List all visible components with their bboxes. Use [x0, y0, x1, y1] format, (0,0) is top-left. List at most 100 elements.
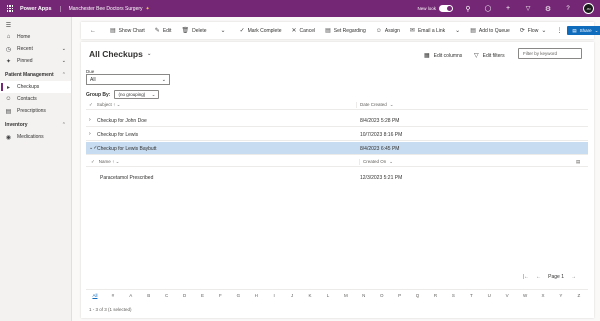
subgrid-row-name[interactable]: Paracetamol Prescribed: [100, 175, 153, 181]
more-email-options-button[interactable]: ⌄: [450, 27, 465, 34]
sidebar-group-patient-management[interactable]: Patient Management ⌃: [0, 69, 71, 81]
more-delete-options-button[interactable]: ⌄: [216, 27, 231, 34]
sidebar-item-contacts[interactable]: ☺ Contacts: [0, 93, 71, 105]
jump-letter[interactable]: U: [480, 293, 498, 298]
row-subject[interactable]: Checkup for Lewis: [97, 132, 138, 138]
jump-letter[interactable]: V: [498, 293, 516, 298]
view-selector[interactable]: All Checkups ⌄: [89, 49, 151, 59]
edit-columns-button[interactable]: ▦ Edit columns: [424, 52, 462, 60]
jump-letter[interactable]: H: [247, 293, 265, 298]
jump-letter[interactable]: G: [229, 293, 247, 298]
table-row[interactable]: › Checkup for Lewis 10/7/2023 8:16 PM: [86, 128, 588, 141]
jump-letter[interactable]: T: [462, 293, 480, 298]
jump-letter[interactable]: #: [104, 293, 122, 298]
table-row[interactable]: › Checkup for John Doe 8/4/2023 5:28 PM: [86, 114, 588, 127]
table-row-selected[interactable]: ⌄✓ Checkup for Lewis Baybutt 8/4/2023 6:…: [86, 142, 588, 155]
due-dropdown[interactable]: All ⌄: [86, 74, 170, 85]
jump-letter[interactable]: E: [194, 293, 212, 298]
avatar[interactable]: JM: [583, 3, 594, 14]
jump-letter[interactable]: J: [283, 293, 301, 298]
subgrid-select-all-checkbox[interactable]: ✓: [91, 159, 95, 165]
jump-letter[interactable]: R: [427, 293, 445, 298]
sidebar-item-recent[interactable]: ◷ Recent ⌄: [0, 43, 71, 55]
jump-letter[interactable]: M: [337, 293, 355, 298]
jump-letter[interactable]: O: [373, 293, 391, 298]
expand-chevron-icon[interactable]: ›: [89, 131, 91, 137]
jump-letter[interactable]: P: [391, 293, 409, 298]
sort-icon: ↑: [112, 159, 115, 164]
select-all-checkbox[interactable]: ✓: [89, 102, 93, 108]
chevron-down-icon: ⌄: [115, 159, 120, 164]
jump-letter[interactable]: B: [140, 293, 158, 298]
subgrid-row[interactable]: Paracetamol Prescribed 12/3/2023 5:21 PM: [86, 172, 588, 184]
set-regarding-button[interactable]: ▤ Set Regarding: [320, 27, 371, 35]
sidebar-item-pinned[interactable]: ✦ Pinned ⌄: [0, 55, 71, 67]
jump-letter[interactable]: A: [122, 293, 140, 298]
column-header-name[interactable]: Name ↑ ⌄: [99, 159, 120, 165]
sidebar-item-home[interactable]: ⌂ Home: [0, 31, 71, 43]
edit-filters-button[interactable]: ▽ Edit filters: [474, 52, 505, 60]
jump-letter[interactable]: Q: [409, 293, 427, 298]
add-to-queue-button[interactable]: ▤ Add to Queue: [465, 27, 515, 35]
chevron-down-icon: ⌄: [220, 28, 226, 34]
jump-letter[interactable]: L: [319, 293, 337, 298]
jump-all[interactable]: All: [86, 293, 104, 298]
help-icon[interactable]: ?: [563, 6, 573, 12]
jump-letter[interactable]: F: [211, 293, 229, 298]
mail-icon: ✉: [409, 28, 415, 34]
first-page-icon[interactable]: |←: [523, 274, 529, 280]
search-input[interactable]: Filter by keyword: [518, 48, 582, 59]
app-launcher-icon[interactable]: [0, 0, 20, 17]
share-button[interactable]: ▤ Share ⌄: [567, 26, 600, 35]
new-look-toggle[interactable]: New look: [417, 5, 453, 12]
edit-button[interactable]: ✎ Edit: [150, 27, 177, 35]
delete-button[interactable]: 🗑 Delete: [176, 27, 211, 35]
lightbulb-icon[interactable]: ◯: [483, 5, 493, 12]
contact-icon: ☺: [5, 96, 12, 102]
app-name[interactable]: Power Apps: [20, 5, 61, 12]
hamburger-menu-button[interactable]: ☰: [0, 19, 71, 31]
chevron-up-icon: ⌃: [61, 72, 66, 78]
assign-button[interactable]: ☺ Assign: [371, 28, 405, 34]
next-page-icon[interactable]: →: [571, 274, 576, 280]
column-header-subject[interactable]: Subject ↑ ⌄: [97, 102, 121, 108]
chevron-down-icon: ⌄: [116, 102, 121, 107]
sidebar-group-inventory[interactable]: Inventory ⌃: [0, 119, 71, 131]
pager: |← ← Page 1 →: [81, 272, 594, 282]
mark-complete-button[interactable]: ✓ Mark Complete: [235, 27, 287, 35]
settings-icon[interactable]: ⚙: [543, 5, 553, 13]
chevron-down-icon: ⌄: [61, 46, 66, 52]
flow-button[interactable]: ⟳ Flow ⌄: [515, 27, 552, 35]
subgrid-options-icon[interactable]: ▤: [576, 159, 580, 165]
jump-letter[interactable]: W: [516, 293, 534, 298]
jump-letter[interactable]: N: [355, 293, 373, 298]
column-header-created-on[interactable]: Created On ⌄: [359, 159, 393, 165]
previous-page-icon[interactable]: ←: [536, 274, 541, 280]
expand-chevron-icon[interactable]: ›: [89, 117, 91, 123]
search-icon[interactable]: ⚲: [463, 5, 473, 13]
back-button[interactable]: ←: [85, 28, 101, 34]
column-header-date-created[interactable]: Date Created ⌄: [356, 102, 394, 108]
jump-letter[interactable]: K: [301, 293, 319, 298]
sidebar-item-medications[interactable]: ◉ Medications: [0, 131, 71, 143]
jump-letter[interactable]: X: [534, 293, 552, 298]
jump-letter[interactable]: S: [444, 293, 462, 298]
toggle-switch[interactable]: [439, 5, 453, 12]
more-commands-button[interactable]: ⋮: [551, 27, 567, 34]
row-subject[interactable]: Checkup for Lewis Baybutt: [97, 146, 156, 152]
jump-letter[interactable]: D: [176, 293, 194, 298]
sidebar-item-prescriptions[interactable]: ▤ Prescriptions: [0, 105, 71, 117]
app-title[interactable]: Manchester Bee Doctors Surgery: [69, 6, 143, 12]
show-chart-button[interactable]: ▤ Show Chart: [105, 27, 150, 35]
jump-letter[interactable]: Z: [570, 293, 588, 298]
email-link-button[interactable]: ✉ Email a Link: [405, 27, 450, 35]
group-by-dropdown[interactable]: (no grouping) ⌄: [114, 90, 160, 99]
filter-icon[interactable]: ▽: [523, 5, 533, 12]
add-icon[interactable]: +: [503, 5, 513, 12]
row-subject[interactable]: Checkup for John Doe: [97, 118, 147, 124]
sidebar-item-checkups[interactable]: ▸ Checkups: [0, 81, 71, 93]
jump-letter[interactable]: Y: [552, 293, 570, 298]
cancel-button[interactable]: ✕ Cancel: [287, 27, 321, 35]
jump-letter[interactable]: I: [265, 293, 283, 298]
jump-letter[interactable]: C: [158, 293, 176, 298]
